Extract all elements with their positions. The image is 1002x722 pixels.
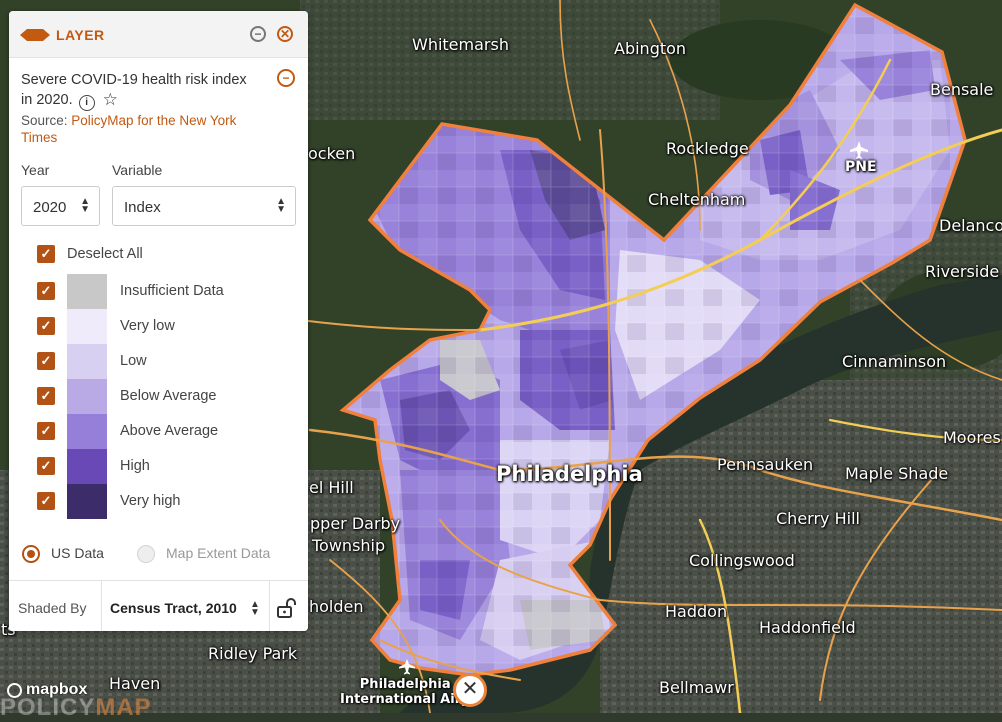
legend-swatch: [67, 309, 107, 344]
legend-swatch: [67, 379, 107, 414]
place-haddonfield: Haddonfield: [759, 618, 856, 637]
layer-title: Severe COVID-19 health risk index in 202…: [21, 70, 261, 111]
place-cinnaminson: Cinnaminson: [842, 352, 947, 371]
star-icon[interactable]: ☆: [103, 90, 118, 110]
legend-swatch: [67, 344, 107, 379]
us-data-radio[interactable]: [22, 545, 40, 563]
updown-arrow-icon: ▲ ▼: [250, 599, 260, 618]
policymap-text-b: MAP: [95, 694, 152, 721]
legend-label: Very low: [120, 318, 175, 334]
year-select-value: 2020: [33, 199, 67, 216]
panel-header: LAYER − ✕: [9, 11, 308, 58]
place-maple-shade: Maple Shade: [845, 464, 949, 483]
place-upper-darby: pper Darby: [310, 514, 401, 533]
legend-label: Insufficient Data: [120, 283, 224, 299]
year-select[interactable]: 2020 ▲ ▼: [21, 186, 100, 226]
place-riverside: Riverside: [925, 262, 1000, 281]
legend-checkbox[interactable]: ✓: [37, 387, 55, 405]
year-label: Year: [21, 162, 50, 178]
place-pne: PNE: [845, 159, 877, 175]
place-bellmawr: Bellmawr: [659, 678, 734, 697]
airport-line-1: Philadelphia: [359, 677, 451, 692]
place-haven: Haven: [109, 674, 161, 693]
legend-label: Low: [120, 353, 147, 369]
us-data-label[interactable]: US Data: [51, 545, 104, 561]
place-moorestown: Moores: [943, 428, 1001, 447]
place-conshohocken: ocken: [308, 144, 356, 163]
legend-label: Below Average: [120, 388, 217, 404]
place-bensalem: Bensale: [930, 80, 994, 99]
legend-checkbox[interactable]: ✓: [37, 282, 55, 300]
legend-swatch: [67, 274, 107, 309]
legend-checkbox[interactable]: ✓: [37, 422, 55, 440]
layer-title-text: Severe COVID-19 health risk index in 202…: [21, 72, 247, 108]
place-abington: Abington: [614, 39, 687, 58]
shaded-by-select[interactable]: Census Tract, 2010: [110, 600, 237, 616]
source-line: Source: PolicyMap for the New York Times: [21, 112, 251, 146]
close-map-button[interactable]: ✕: [453, 673, 487, 707]
legend-label: High: [120, 458, 150, 474]
updown-arrow-icon: ▲ ▼: [80, 196, 90, 215]
place-rockledge: Rockledge: [666, 139, 749, 158]
place-ridley-park: Ridley Park: [208, 644, 298, 663]
variable-label: Variable: [112, 162, 163, 178]
policymap-logo: POLICYMAP: [0, 694, 152, 722]
layers-icon: [20, 29, 50, 41]
legend-label: Very high: [120, 493, 181, 509]
place-hill: el Hill: [309, 478, 354, 497]
place-holden: holden: [309, 597, 364, 616]
legend-swatch: [67, 414, 107, 449]
place-township: Township: [312, 536, 386, 555]
deselect-all-checkbox[interactable]: ✓: [37, 245, 55, 263]
divider: [101, 581, 102, 631]
place-cherry-hill: Cherry Hill: [776, 509, 860, 528]
shaded-by-label: Shaded By: [18, 600, 87, 616]
panel-title: LAYER: [56, 27, 105, 43]
place-pennsauken: Pennsauken: [717, 455, 814, 474]
source-prefix: Source:: [21, 113, 68, 128]
place-airport: Philadelphia International Airp: [340, 677, 471, 708]
shaded-by-bar: Shaded By Census Tract, 2010 ▲ ▼: [9, 580, 308, 631]
variable-select-value: Index: [124, 199, 161, 216]
legend-checkbox[interactable]: ✓: [37, 317, 55, 335]
map-extent-label[interactable]: Map Extent Data: [166, 545, 270, 561]
close-icon: ✕: [461, 678, 479, 700]
place-philadelphia: Philadelphia: [496, 462, 643, 486]
legend-checkbox[interactable]: ✓: [37, 492, 55, 510]
place-collingswood: Collingswood: [689, 551, 795, 570]
place-delanco: Delanco: [939, 216, 1002, 235]
unlock-icon[interactable]: [277, 598, 299, 618]
place-whitemarsh: Whitemarsh: [412, 35, 509, 54]
minimize-icon[interactable]: −: [250, 26, 266, 42]
place-cheltenham: Cheltenham: [648, 190, 746, 209]
layer-panel: LAYER − ✕ Severe COVID-19 health risk in…: [9, 11, 308, 631]
deselect-all-label[interactable]: Deselect All: [67, 246, 143, 262]
info-icon[interactable]: i: [78, 95, 95, 111]
divider: [269, 581, 270, 631]
legend-swatch: [67, 449, 107, 484]
policymap-text-a: POLICY: [0, 694, 96, 721]
variable-select[interactable]: Index ▲ ▼: [112, 186, 296, 226]
map-extent-radio[interactable]: [137, 545, 155, 563]
collapse-icon[interactable]: −: [277, 69, 295, 87]
legend-checkbox[interactable]: ✓: [37, 457, 55, 475]
close-icon[interactable]: ✕: [277, 26, 293, 42]
legend-label: Above Average: [120, 423, 219, 439]
legend-checkbox[interactable]: ✓: [37, 352, 55, 370]
updown-arrow-icon: ▲ ▼: [276, 196, 286, 215]
place-haddon: Haddon: [665, 602, 728, 621]
airport-line-2: International Airp: [340, 691, 471, 707]
legend-swatch: [67, 484, 107, 519]
